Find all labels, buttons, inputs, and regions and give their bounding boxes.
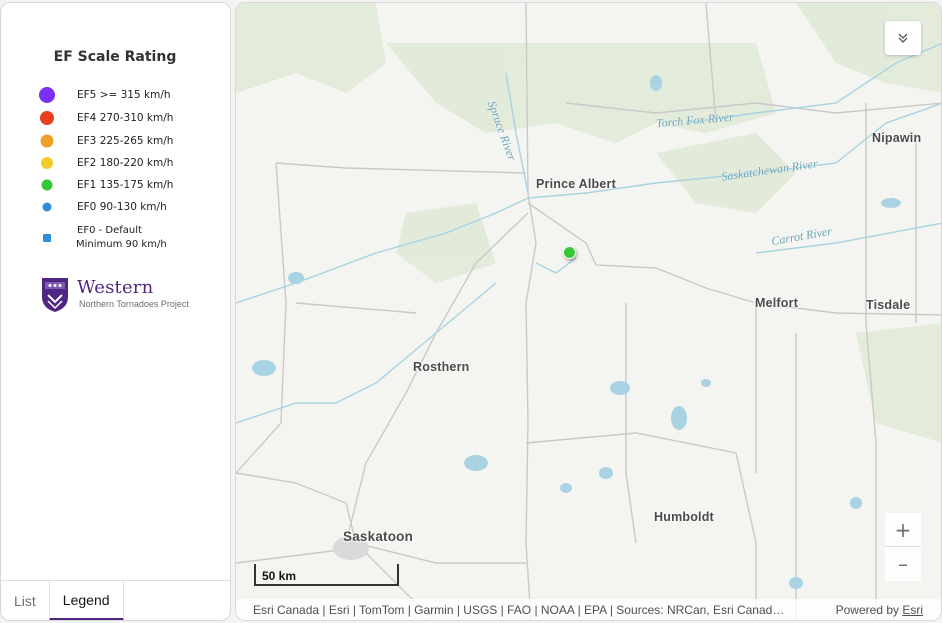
legend-item-label: EF1 135-175 km/h <box>77 179 174 191</box>
ef3-circle-icon <box>40 134 54 148</box>
place-nipawin: Nipawin <box>872 131 922 145</box>
tab-list[interactable]: List <box>1 581 49 620</box>
ef0-square-icon <box>43 234 51 242</box>
zoom-out-button[interactable]: – <box>885 547 921 581</box>
tab-legend[interactable]: Legend <box>48 581 124 620</box>
panel-tabs: List Legend <box>1 580 230 620</box>
place-rosthern: Rosthern <box>413 360 470 374</box>
ef4-circle-icon <box>40 111 54 125</box>
legend-item-label: EF5 >= 315 km/h <box>77 89 171 101</box>
powered-prefix: Powered by <box>835 602 903 617</box>
ef0-circle-icon <box>42 202 52 212</box>
place-humboldt: Humboldt <box>654 510 714 524</box>
attribution-text: Esri Canada | Esri | TomTom | Garmin | U… <box>253 602 785 617</box>
western-ntp-logo: Western Northern Tornadoes Project <box>41 277 211 317</box>
western-shield-icon <box>42 278 68 312</box>
ef1-circle-icon <box>41 179 53 191</box>
place-prince-albert: Prince Albert <box>536 177 616 191</box>
attribution-bar: Esri Canada | Esri | TomTom | Garmin | U… <box>236 599 941 620</box>
collapse-toggle-button[interactable] <box>885 21 921 55</box>
tornado-marker-ef1[interactable] <box>563 246 576 259</box>
legend-item-line2: Minimum 90 km/h <box>76 239 167 250</box>
double-chevron-down-icon <box>898 33 908 43</box>
ef2-circle-icon <box>41 157 53 169</box>
ef5-circle-icon <box>39 87 55 103</box>
legend-item-line1: EF0 - Default <box>77 225 142 236</box>
legend-panel: EF Scale Rating EF5 >= 315 km/h EF4 270-… <box>0 2 231 621</box>
basemap <box>236 3 941 620</box>
legend-item-label: EF0 90-130 km/h <box>77 201 167 213</box>
legend-item-label: EF2 180-220 km/h <box>77 157 174 169</box>
scale-bar: 50 km <box>254 564 399 586</box>
legend-item-label-multiline: EF0 - Default Minimum 90 km/h <box>76 224 167 252</box>
powered-by: Powered by Esri <box>836 603 923 617</box>
esri-link[interactable]: Esri <box>902 603 923 617</box>
legend-title: EF Scale Rating <box>53 49 177 65</box>
scale-label: 50 km <box>262 569 297 583</box>
place-tisdale: Tisdale <box>866 298 911 312</box>
legend-item-label: EF3 225-265 km/h <box>77 135 174 147</box>
zoom-in-button[interactable]: + <box>885 513 921 547</box>
logo-subtitle: Northern Tornadoes Project <box>79 299 189 309</box>
place-saskatoon: Saskatoon <box>343 529 414 544</box>
legend-item-label: EF4 270-310 km/h <box>77 112 174 124</box>
zoom-controls: + – <box>885 513 921 581</box>
place-melfort: Melfort <box>755 296 799 310</box>
logo-name: Western <box>77 277 154 298</box>
map-view[interactable]: Spruce River Torch Fox River Saskatchewa… <box>235 2 942 621</box>
